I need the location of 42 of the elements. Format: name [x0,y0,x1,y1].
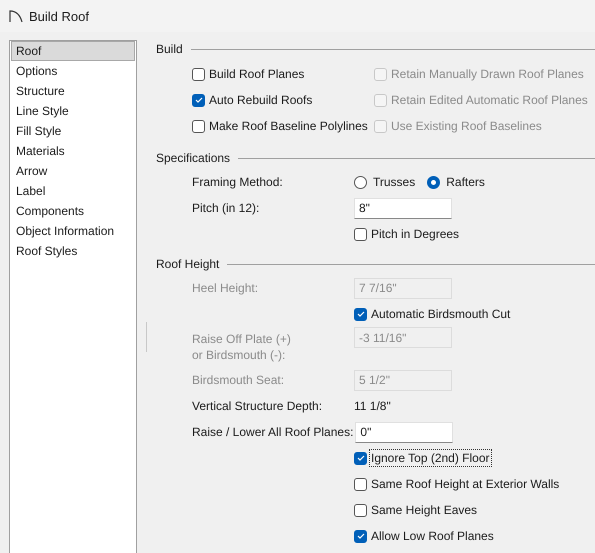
checkbox[interactable]: Ignore Top (2nd) Floor [354,451,490,465]
app-icon [9,9,23,23]
value-text: 11 1/8" [354,399,391,413]
sidebar-item[interactable]: Roof [11,41,135,61]
sidebar-item[interactable]: Object Information [11,221,135,241]
checkbox[interactable]: Auto Rebuild Roofs [192,93,312,107]
sidebar-item[interactable]: Components [11,201,135,221]
field-label: Vertical Structure Depth: [192,398,324,414]
checkbox[interactable]: Same Height Eaves [354,503,478,517]
sidebar-item[interactable]: Arrow [11,161,135,181]
window-title: Build Roof [29,8,89,24]
sidebar-item[interactable]: Fill Style [11,121,135,141]
field-label: Heel Height: [192,280,260,296]
checkmark-icon [194,97,202,103]
checkbox[interactable]: Allow Low Roof Planes [354,529,494,543]
checkbox[interactable]: Same Roof Height at Exterior Walls [354,477,560,491]
checkmark-icon [356,533,364,539]
radio-button[interactable]: Trusses [354,175,416,189]
sidebar-item[interactable]: Line Style [11,101,135,121]
sidebar-item[interactable]: Options [11,61,135,81]
sidebar-item[interactable]: Materials [11,141,135,161]
sidebar-item[interactable]: Label [11,181,135,201]
checkmark-icon [356,311,364,317]
field-label: Pitch (in 12): [192,200,260,216]
field-label: Raise / Lower All Roof Planes: [192,424,354,440]
checkbox[interactable]: Build Roof Planes [192,67,304,81]
sidebar-item[interactable]: Structure [11,81,135,101]
section-title: Build [156,42,183,56]
radio-button[interactable]: Rafters [427,175,485,189]
section-title: Roof Height [156,257,220,271]
checkbox[interactable]: Pitch in Degrees [354,227,460,241]
field-label: Raise Off Plate (+) or Birdsmouth (-): [192,331,292,363]
splitter-handle[interactable] [146,322,147,352]
input-field[interactable]: 8" [354,198,452,218]
checkbox[interactable]: Make Roof Baseline Polylines [192,119,368,133]
checkmark-icon [356,455,364,461]
checkbox[interactable]: Automatic Birdsmouth Cut [354,307,510,321]
field-label: Birdsmouth Seat: [192,372,286,388]
field-label: Framing Method: [192,174,284,190]
input-field[interactable]: 0" [355,422,454,442]
sidebar-item[interactable]: Roof Styles [11,241,135,261]
section-title: Specifications [156,151,230,165]
